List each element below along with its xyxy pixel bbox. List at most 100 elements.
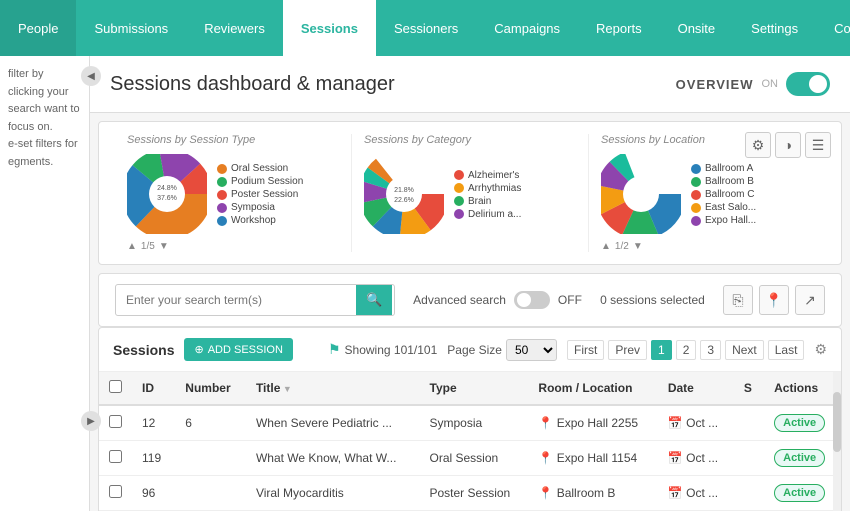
page-1-button[interactable]: 1 xyxy=(651,340,672,360)
sessions-selected-count: 0 sessions selected xyxy=(600,293,705,307)
cell-date: 📅 Oct ... xyxy=(658,405,734,441)
chart-pie-icon[interactable]: ◑ xyxy=(775,132,801,158)
sidebar-toggle-top[interactable]: ◀ xyxy=(81,66,101,86)
chart1-title: Sessions by Session Type xyxy=(127,134,339,146)
page-header: Sessions dashboard & manager OVERVIEW ON xyxy=(90,56,850,113)
calendar-icon: 📅 xyxy=(668,451,683,465)
export-icon[interactable]: ↗ xyxy=(795,285,825,315)
location-icon[interactable]: 📍 xyxy=(759,285,789,315)
chart2-legend: Alzheimer's Arrhythmias Brain Delirium a… xyxy=(454,170,521,222)
pin-icon: 📍 xyxy=(538,486,553,500)
page-prev-button[interactable]: Prev xyxy=(608,340,647,360)
svg-text:22.6%: 22.6% xyxy=(394,197,414,204)
cell-title: What We Know, What W... xyxy=(246,441,420,476)
flag-icon: ⚑ xyxy=(328,341,341,358)
search-actions: ⎘ 📍 ↗ xyxy=(723,285,825,315)
main-nav: People Submissions Reviewers Sessions Se… xyxy=(0,0,850,56)
cell-id: 12 xyxy=(132,405,175,441)
nav-item-settings[interactable]: Settings xyxy=(733,0,816,56)
advanced-search-label: Advanced search xyxy=(413,293,506,307)
chart1-pie: 24.8% 37.6% xyxy=(127,154,207,237)
table-wrapper: ID Number Title Type Room / Location Dat… xyxy=(99,372,841,511)
search-button[interactable]: 🔍 xyxy=(356,285,392,315)
chart-settings-icon[interactable]: ⚙ xyxy=(745,132,771,158)
col-room-location: Room / Location xyxy=(528,372,657,405)
page-size-select[interactable]: 50 10 25 100 xyxy=(506,339,557,361)
page-title: Sessions dashboard & manager xyxy=(110,73,395,96)
cell-actions: Active xyxy=(764,441,841,476)
nav-item-people[interactable]: People xyxy=(0,0,76,56)
page-2-button[interactable]: 2 xyxy=(676,340,697,360)
chart-category: Sessions by Category xyxy=(352,134,589,252)
sidebar-toggle-bottom[interactable]: ▶ xyxy=(81,411,101,431)
row-checkbox[interactable] xyxy=(109,450,122,463)
cell-type: Oral Session xyxy=(420,441,529,476)
cell-s xyxy=(734,441,764,476)
overview-section: OVERVIEW ON xyxy=(676,72,830,96)
charts-row: Sessions by Session Type 2 xyxy=(115,134,825,252)
overview-on-label: ON xyxy=(762,78,779,90)
chart1-nav: ▲ 1/5 ▼ xyxy=(127,241,339,252)
sidebar: ◀ filter by clicking your search want to… xyxy=(0,56,90,511)
scrollbar[interactable] xyxy=(833,372,841,511)
col-type: Type xyxy=(420,372,529,405)
sidebar-text3: e-set filters for xyxy=(8,138,78,150)
cell-title: Viral Myocarditis xyxy=(246,476,420,511)
pin-icon: 📍 xyxy=(538,416,553,430)
cell-title: When Severe Pediatric ... xyxy=(246,405,420,441)
table-settings-icon[interactable]: ⚙ xyxy=(814,341,827,358)
table-row: 12 6 When Severe Pediatric ... Symposia … xyxy=(99,405,841,441)
col-date: Date xyxy=(658,372,734,405)
nav-item-submissions[interactable]: Submissions xyxy=(76,0,186,56)
nav-item-reports[interactable]: Reports xyxy=(578,0,660,56)
status-badge: Active xyxy=(774,414,825,432)
chart2-title: Sessions by Category xyxy=(364,134,576,146)
row-checkbox[interactable] xyxy=(109,485,122,498)
nav-item-onsite[interactable]: Onsite xyxy=(660,0,734,56)
search-input[interactable] xyxy=(116,287,356,313)
showing-text: ⚑ Showing 101/101 xyxy=(328,341,437,358)
cell-actions: Active xyxy=(764,405,841,441)
cell-number xyxy=(175,441,246,476)
nav-item-configuration[interactable]: Configuration xyxy=(816,0,850,56)
page-next-button[interactable]: Next xyxy=(725,340,764,360)
nav-item-reviewers[interactable]: Reviewers xyxy=(186,0,283,56)
overview-toggle[interactable] xyxy=(786,72,830,96)
table-section: Sessions ⊕ ADD SESSION ⚑ Showing 101/101… xyxy=(98,327,842,511)
cell-type: Symposia xyxy=(420,405,529,441)
chart1-legend: Oral Session Podium Session Poster Sessi… xyxy=(217,163,303,228)
col-checkbox xyxy=(99,372,132,405)
svg-text:24.8%: 24.8% xyxy=(157,185,177,192)
cell-s xyxy=(734,405,764,441)
chart-list-icon[interactable]: ☰ xyxy=(805,132,831,158)
cell-location: 📍 Expo Hall 1154 xyxy=(528,441,657,476)
chart-session-type: Sessions by Session Type 2 xyxy=(115,134,352,252)
showing-count: Showing 101/101 xyxy=(345,343,438,357)
page-last-button[interactable]: Last xyxy=(768,340,805,360)
nav-item-sessions[interactable]: Sessions xyxy=(283,0,376,56)
page-first-button[interactable]: First xyxy=(567,340,604,360)
chart3-pie xyxy=(601,154,681,237)
chart2-pie: 21.8% 22.6% xyxy=(364,154,444,237)
status-badge: Active xyxy=(774,484,825,502)
cell-id: 96 xyxy=(132,476,175,511)
cell-date: 📅 Oct ... xyxy=(658,441,734,476)
svg-text:21.8%: 21.8% xyxy=(394,187,414,194)
copy-icon[interactable]: ⎘ xyxy=(723,285,753,315)
select-all-checkbox[interactable] xyxy=(109,380,122,393)
page-3-button[interactable]: 3 xyxy=(700,340,721,360)
calendar-icon: 📅 xyxy=(668,416,683,430)
nav-item-campaigns[interactable]: Campaigns xyxy=(476,0,578,56)
col-title[interactable]: Title xyxy=(246,372,420,405)
row-checkbox[interactable] xyxy=(109,415,122,428)
advanced-search-toggle[interactable] xyxy=(514,291,550,309)
page-size-wrap: Page Size 50 10 25 100 xyxy=(447,339,557,361)
pin-icon: 📍 xyxy=(538,451,553,465)
add-session-button[interactable]: ⊕ ADD SESSION xyxy=(184,338,292,361)
sessions-table: ID Number Title Type Room / Location Dat… xyxy=(99,372,841,511)
chart3-nav: ▲ 1/2 ▼ xyxy=(601,241,813,252)
status-badge: Active xyxy=(774,449,825,467)
page-size-label: Page Size xyxy=(447,343,502,357)
nav-item-sessioners[interactable]: Sessioners xyxy=(376,0,476,56)
charts-section: ⚙ ◑ ☰ Sessions by Session Type xyxy=(98,121,842,265)
